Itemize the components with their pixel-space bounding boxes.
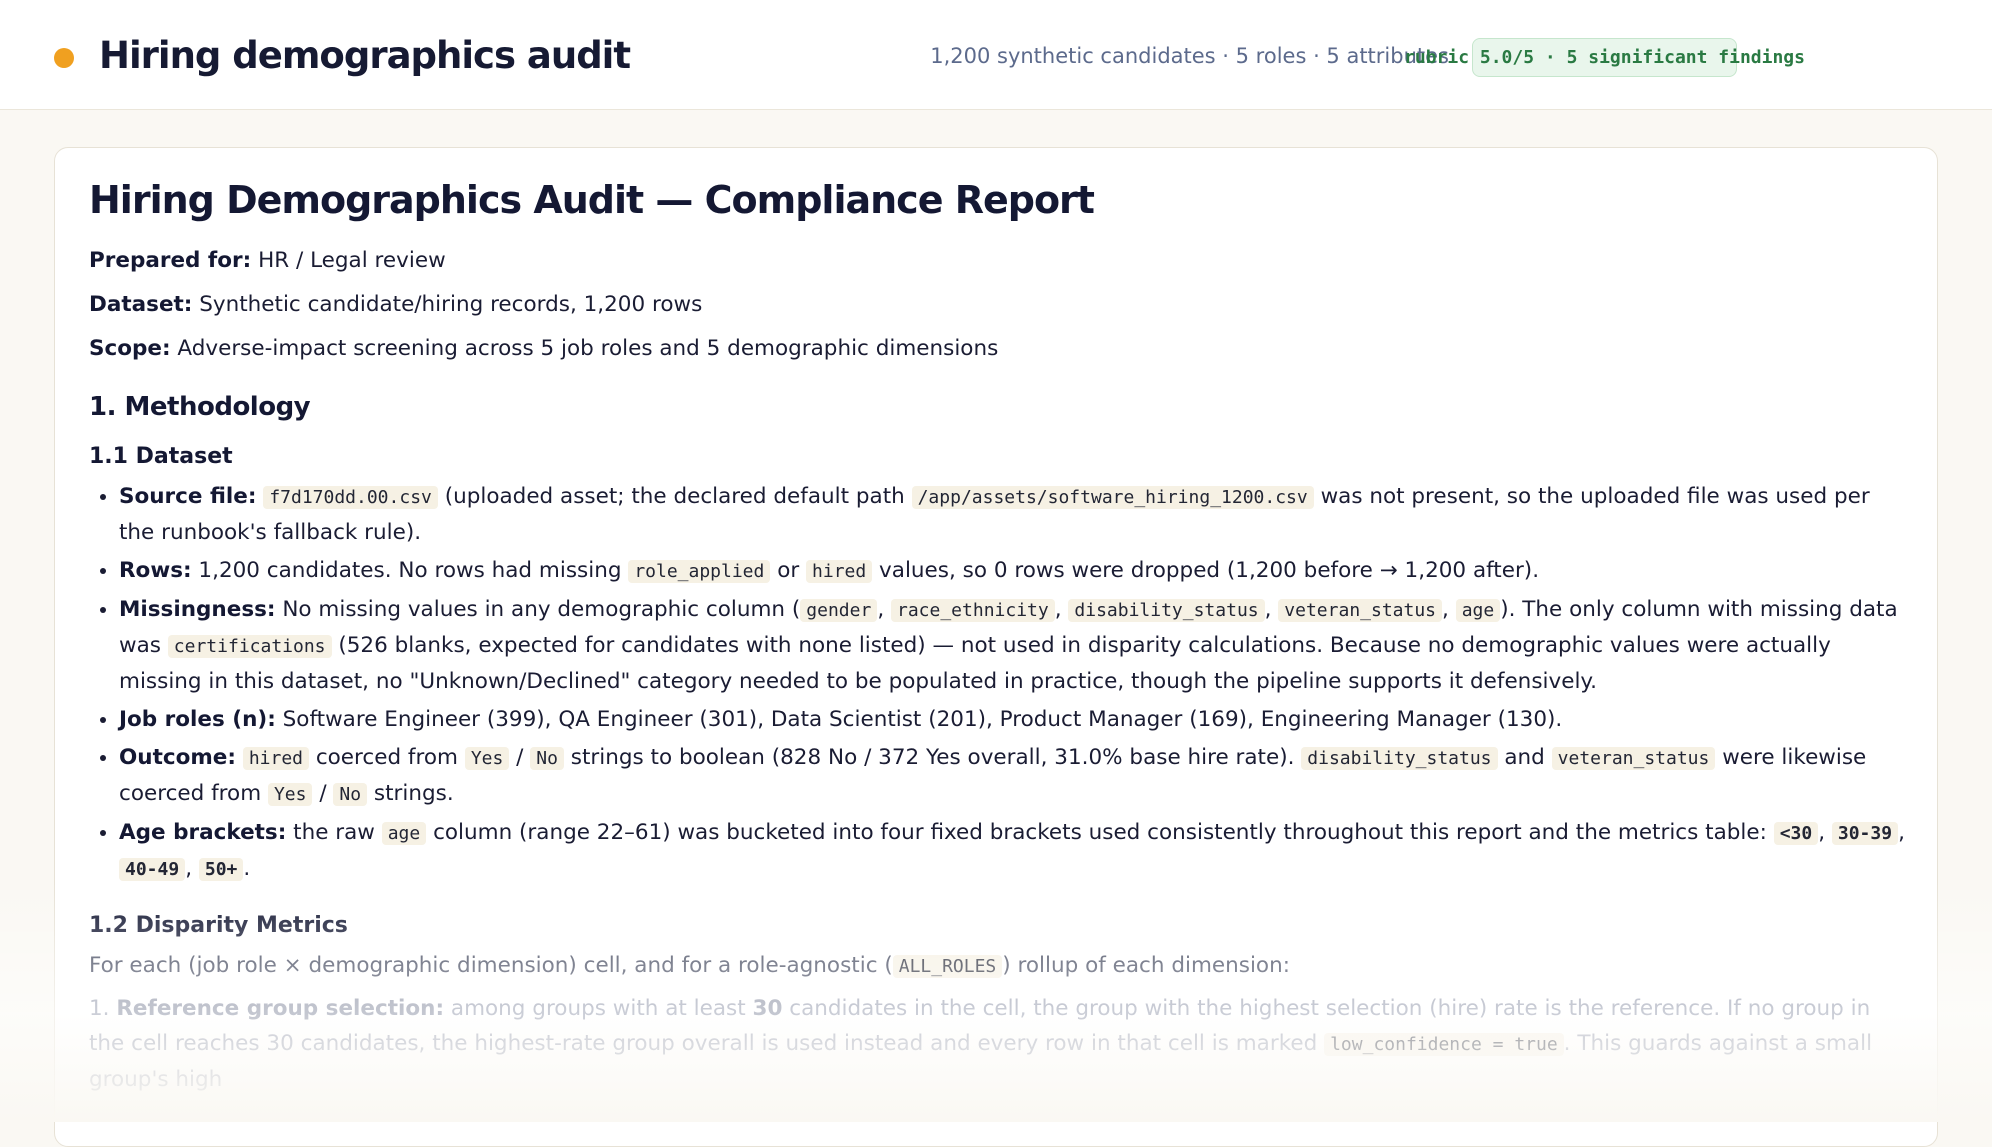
dataset-bullet-list: Source file: f7d170dd.00.csv (uploaded a…	[89, 479, 1909, 887]
code-disability-status: disability_status	[1068, 599, 1265, 622]
code-no: No	[333, 783, 368, 806]
code-bracket-50-plus: 50+	[198, 858, 244, 881]
bullet-label: Outcome:	[119, 745, 236, 770]
metrics-intro: For each (job role × demographic dimensi…	[89, 950, 1909, 983]
bullet-text: values, so 0 rows were dropped (1,200 be…	[872, 558, 1540, 583]
code-veteran-status: veteran_status	[1551, 747, 1716, 770]
scope-value: Adverse-impact screening across 5 job ro…	[170, 336, 999, 361]
code-source-file: f7d170dd.00.csv	[263, 486, 438, 509]
bullet-label: Age brackets:	[119, 820, 287, 845]
code-yes: Yes	[464, 747, 510, 770]
list-item-missingness: Missingness: No missing values in any de…	[119, 592, 1909, 699]
list-item-outcome: Outcome: hired coerced from Yes / No str…	[119, 740, 1909, 812]
section-heading-methodology: 1. Methodology	[89, 392, 311, 422]
bullet-label: Missingness:	[119, 597, 276, 622]
bullet-text: strings.	[367, 781, 454, 806]
bullet-label: Job roles (n):	[119, 707, 276, 732]
code-yes: Yes	[267, 783, 313, 806]
step-label: Reference group selection:	[116, 996, 445, 1021]
code-veteran-status: veteran_status	[1278, 599, 1443, 622]
dataset-value: Synthetic candidate/hiring records, 1,20…	[192, 292, 703, 317]
bullet-label: Source file:	[119, 484, 257, 509]
threshold-value: 30	[752, 996, 783, 1021]
code-low-confidence: low_confidence = true	[1324, 1033, 1564, 1056]
code-age: age	[1455, 599, 1501, 622]
code-gender: gender	[800, 599, 878, 622]
status-dot-icon	[54, 48, 74, 68]
code-all-roles: ALL_ROLES	[892, 955, 1003, 978]
code-age: age	[381, 822, 427, 845]
report-title: Hiring Demographics Audit — Compliance R…	[89, 178, 1095, 222]
scope-line: Scope: Adverse-impact screening across 5…	[89, 334, 1909, 364]
bullet-text: 1,200 candidates. No rows had missing	[191, 558, 629, 583]
bullet-text: column (range 22–61) was bucketed into f…	[426, 820, 1774, 845]
bullet-text: or	[770, 558, 807, 583]
bullet-text: and	[1497, 745, 1552, 770]
list-item-job-roles: Job roles (n): Software Engineer (399), …	[119, 702, 1909, 737]
report-body: Hiring Demographics Audit — Compliance R…	[89, 178, 1909, 1097]
intro-text: For each (job role × demographic dimensi…	[89, 953, 893, 978]
code-default-path: /app/assets/software_hiring_1200.csv	[911, 486, 1314, 509]
code-certifications: certifications	[167, 635, 332, 658]
bullet-text: No missing values in any demographic col…	[275, 597, 801, 622]
list-item-reference-group: 1. Reference group selection: among grou…	[89, 991, 1909, 1097]
top-bar: Hiring demographics audit 1,200 syntheti…	[0, 0, 1992, 110]
step-number: 1.	[89, 996, 117, 1021]
list-item-age-brackets: Age brackets: the raw age column (range …	[119, 815, 1909, 887]
subsection-heading-disparity-metrics: 1.2 Disparity Metrics	[89, 913, 348, 938]
dataset-label: Dataset:	[89, 292, 193, 317]
bullet-text: Software Engineer (399), QA Engineer (30…	[275, 707, 1563, 732]
scope-label: Scope:	[89, 336, 171, 361]
list-item-source-file: Source file: f7d170dd.00.csv (uploaded a…	[119, 479, 1909, 550]
prepared-for-label: Prepared for:	[89, 248, 252, 273]
prepared-for-value: HR / Legal review	[251, 248, 446, 273]
code-race-ethnicity: race_ethnicity	[891, 599, 1055, 622]
code-bracket-40-49: 40-49	[119, 858, 186, 881]
bullet-text: strings to boolean (828 No / 372 Yes ove…	[563, 745, 1302, 770]
report-card: Hiring Demographics Audit — Compliance R…	[54, 147, 1938, 1147]
intro-text: ) rollup of each dimension:	[1002, 953, 1290, 978]
subsection-heading-dataset: 1.1 Dataset	[89, 444, 233, 469]
bullet-label: Rows:	[119, 558, 192, 583]
rubric-badge: rubric 5.0/5 · 5 significant findings	[1404, 38, 1805, 77]
list-item-rows: Rows: 1,200 candidates. No rows had miss…	[119, 553, 1909, 589]
code-no: No	[530, 747, 564, 770]
step-text: among groups with at least	[444, 996, 753, 1021]
code-hired: hired	[242, 747, 309, 770]
bullet-text: (uploaded asset; the declared default pa…	[437, 484, 912, 509]
dataset-line: Dataset: Synthetic candidate/hiring reco…	[89, 290, 1909, 320]
code-bracket-under-30: <30	[1773, 822, 1819, 845]
bullet-text: coerced from	[309, 745, 465, 770]
code-bracket-30-39: 30-39	[1831, 822, 1899, 845]
code-disability-status: disability_status	[1301, 747, 1498, 770]
code-role-applied: role_applied	[628, 560, 771, 583]
prepared-for: Prepared for: HR / Legal review	[89, 246, 1909, 276]
bullet-text: (526 blanks, expected for candidates wit…	[119, 633, 1831, 694]
dataset-summary: 1,200 synthetic candidates · 5 roles · 5…	[930, 44, 1449, 68]
app-title: Hiring demographics audit	[99, 34, 631, 77]
code-hired: hired	[806, 560, 873, 583]
bullet-text: the raw	[286, 820, 382, 845]
